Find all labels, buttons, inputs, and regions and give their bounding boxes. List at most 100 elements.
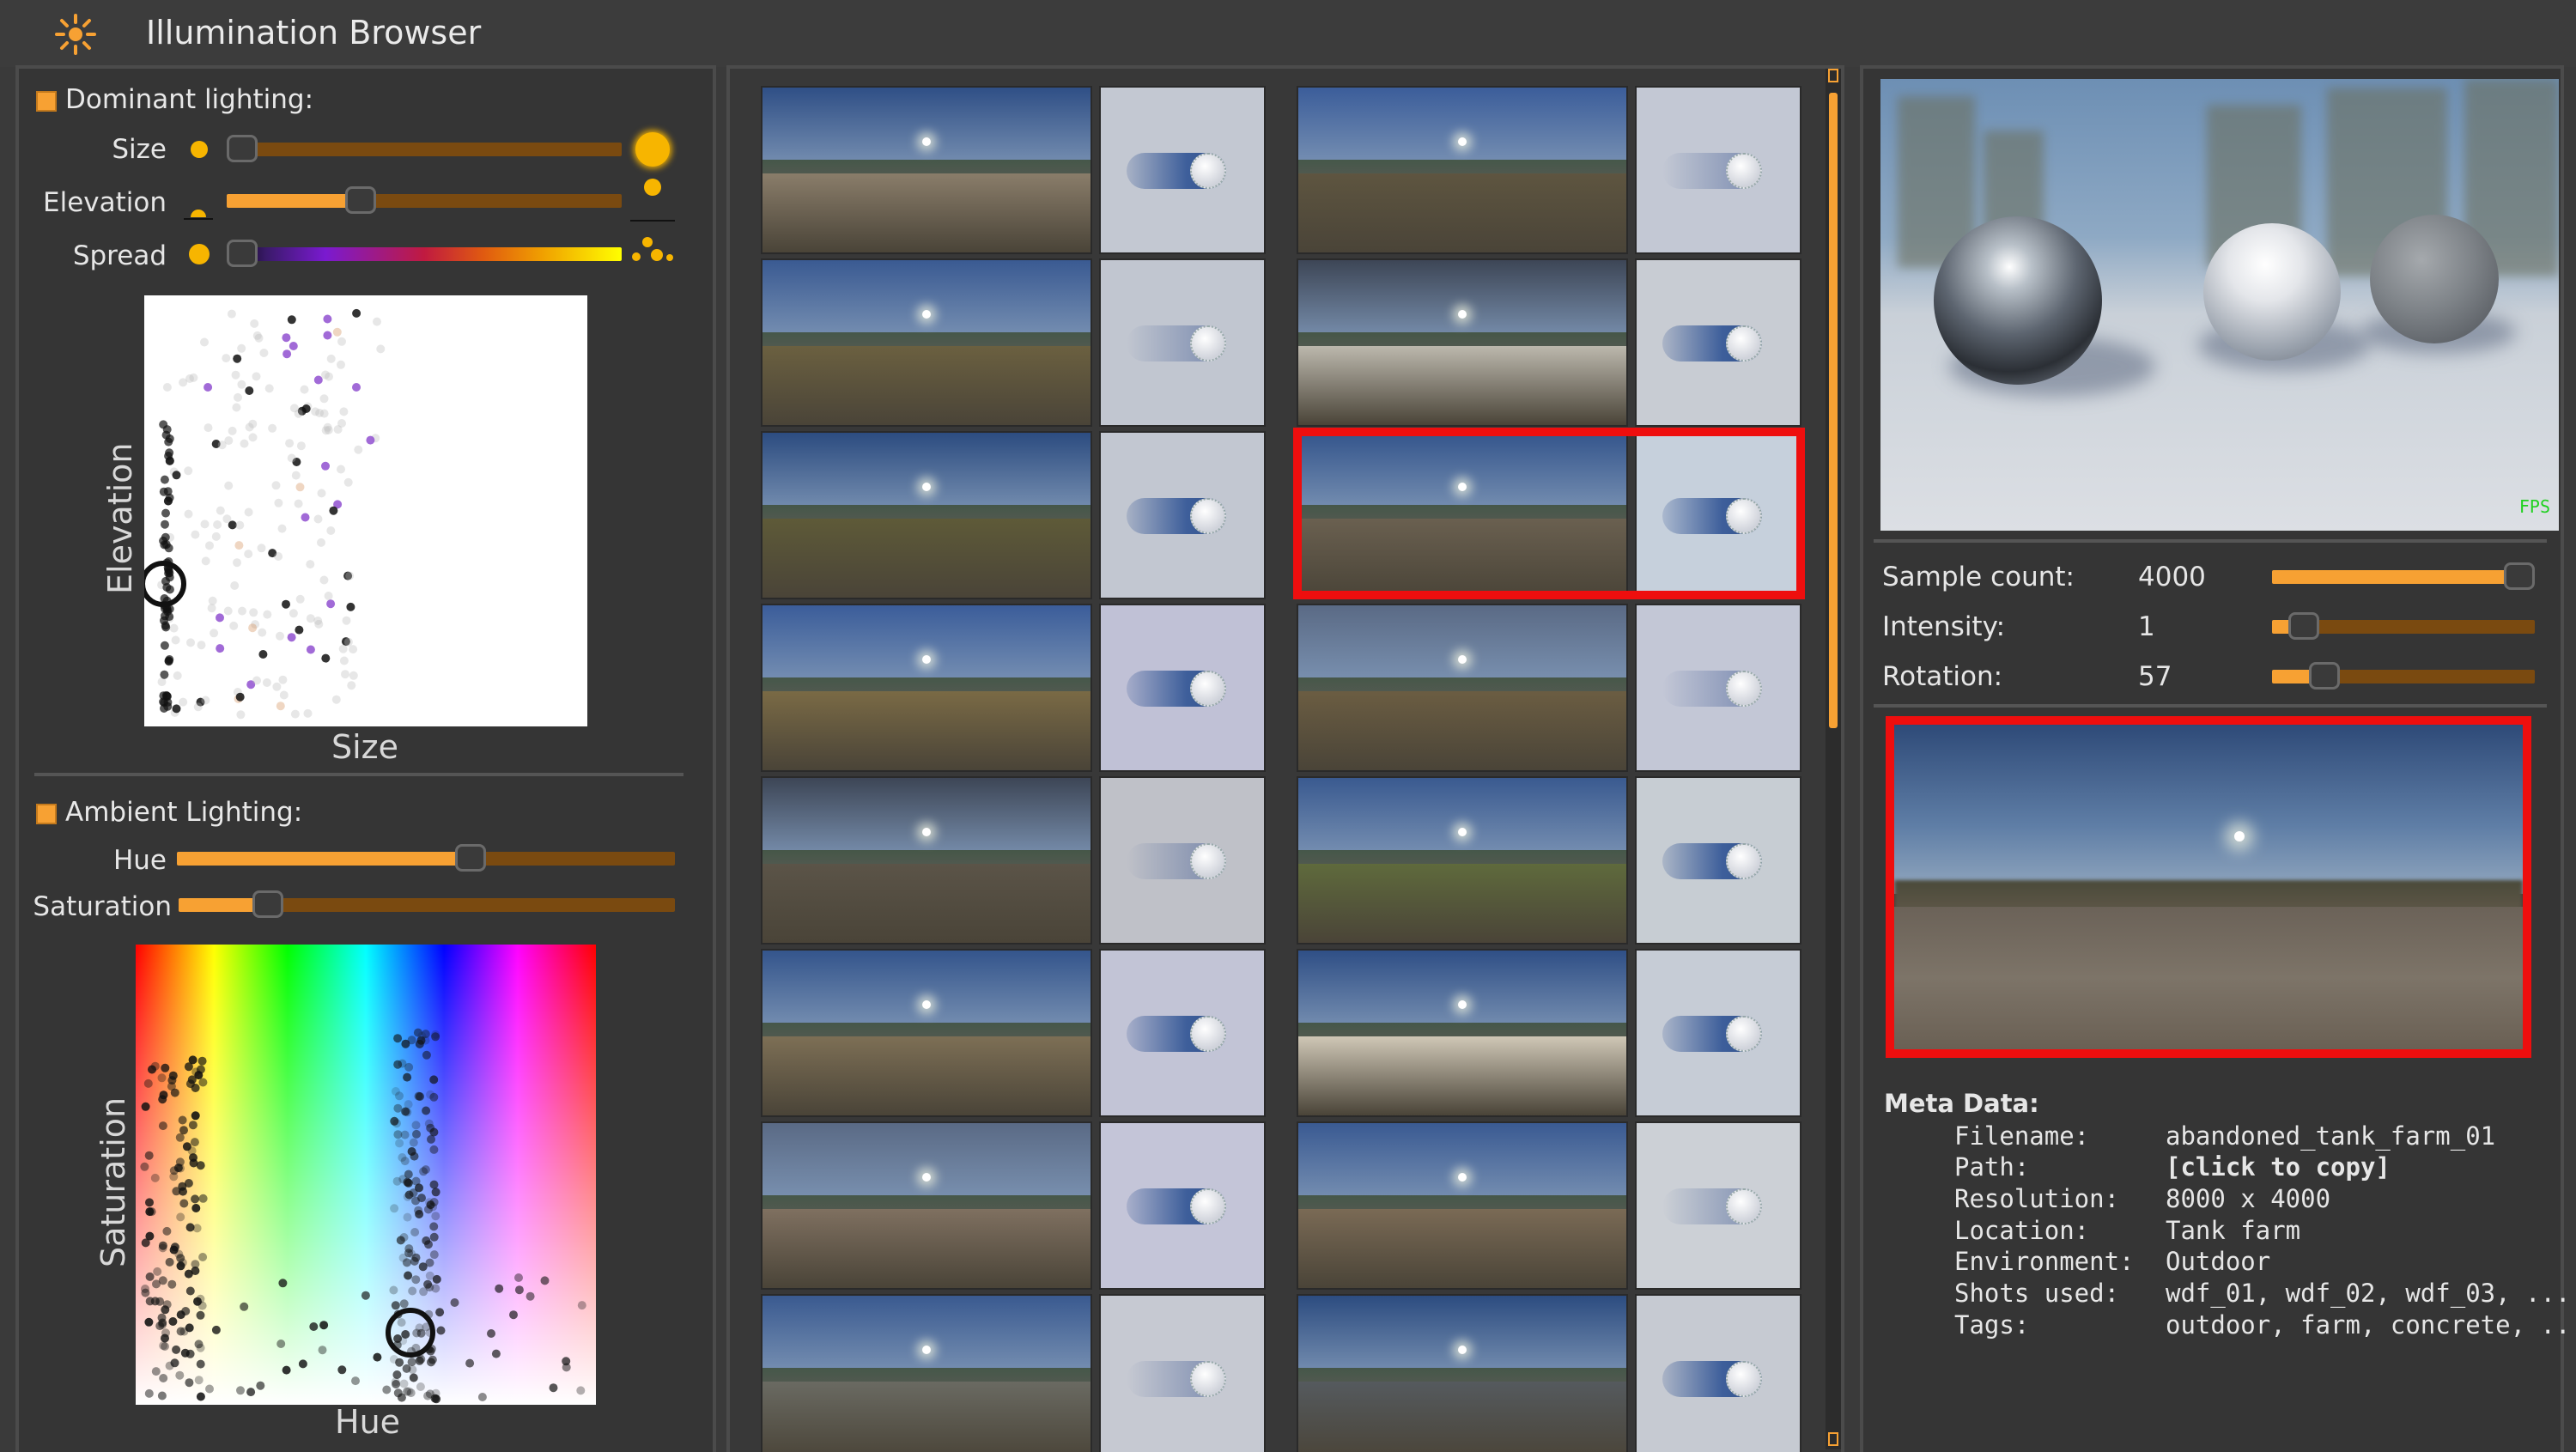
chrome-sphere <box>1934 216 2102 385</box>
sun-icon <box>55 14 96 55</box>
environment-thumbnail[interactable] <box>1297 949 1628 1117</box>
wide-spread-icon <box>632 237 675 264</box>
environment-thumbnail[interactable] <box>761 949 1092 1117</box>
environment-thumbnail[interactable] <box>1297 1294 1628 1452</box>
large-size-icon <box>635 132 670 167</box>
environment-thumbnail[interactable] <box>761 258 1092 427</box>
sample-count-slider-handle[interactable] <box>2504 562 2535 590</box>
shading-preview <box>1099 258 1266 427</box>
location-value: Tank farm <box>2166 1216 2301 1245</box>
elevation-axis-label: Elevation <box>101 442 139 594</box>
shading-preview <box>1099 604 1266 772</box>
environment-thumbnail[interactable] <box>761 1294 1092 1452</box>
size-elevation-scatter-plot[interactable] <box>144 295 587 726</box>
brushed-sphere <box>2203 223 2341 361</box>
shading-preview <box>1099 1121 1266 1290</box>
spread-slider[interactable] <box>227 240 622 267</box>
environment-thumbnail[interactable] <box>1297 1121 1628 1290</box>
render-preview[interactable]: FPS <box>1880 79 2559 531</box>
selected-environment-highlight <box>1293 428 1805 599</box>
environment-thumbnail[interactable] <box>761 431 1092 599</box>
elevation-slider-fill <box>227 194 361 208</box>
ambient-lighting-title: Ambient Lighting: <box>65 797 303 828</box>
size-slider[interactable] <box>227 135 622 162</box>
path-copy-link[interactable]: [click to copy] <box>2166 1152 2391 1182</box>
section-divider <box>34 773 683 776</box>
fps-counter: FPS <box>2518 496 2550 517</box>
hue-label: Hue <box>112 845 167 876</box>
environment-thumbnail[interactable] <box>1297 86 1628 254</box>
size-slider-handle[interactable] <box>227 135 258 162</box>
sample-count-value: 4000 <box>2138 562 2206 592</box>
environment-thumbnail[interactable] <box>761 776 1092 945</box>
elevation-label: Elevation <box>43 187 167 218</box>
elevation-slider[interactable] <box>227 186 622 214</box>
shading-preview <box>1099 86 1266 254</box>
saturation-slider-handle[interactable] <box>252 890 284 918</box>
hue-slider-fill <box>177 852 471 866</box>
shading-preview <box>1635 949 1801 1117</box>
shading-preview <box>1635 1294 1801 1452</box>
environment-thumbnail[interactable] <box>761 1121 1092 1290</box>
scroll-up-arrow[interactable] <box>1828 69 1838 82</box>
shading-preview <box>1099 776 1266 945</box>
shading-preview <box>1635 86 1801 254</box>
size-elevation-points <box>144 308 386 720</box>
ambient-lighting-checkbox[interactable] <box>36 804 57 824</box>
shots-used-value: wdf_01, wdf_02, wdf_03, ... <box>2166 1279 2571 1308</box>
dominant-lighting-title: Dominant lighting: <box>65 84 314 115</box>
shading-preview <box>1635 1121 1801 1290</box>
hue-slider-handle[interactable] <box>455 844 487 872</box>
narrow-spread-icon <box>189 244 210 264</box>
spread-slider-handle[interactable] <box>227 240 258 267</box>
resolution-value: 8000 x 4000 <box>2166 1184 2331 1213</box>
filename-value: abandoned_tank_farm_01 <box>2166 1121 2496 1151</box>
app-title: Illumination Browser <box>146 14 482 52</box>
dominant-lighting-checkbox[interactable] <box>36 91 57 112</box>
saturation-label: Saturation <box>33 891 172 922</box>
tags-label: Tags: <box>1954 1310 2030 1340</box>
hue-slider[interactable] <box>177 844 675 872</box>
scroll-thumb[interactable] <box>1829 93 1838 728</box>
environment-thumbnail[interactable] <box>1297 258 1628 427</box>
saturation-slider[interactable] <box>179 890 675 918</box>
intensity-slider-handle[interactable] <box>2287 612 2319 640</box>
hue-saturation-points <box>140 1028 586 1404</box>
sample-count-slider-fill <box>2272 570 2522 584</box>
shading-preview <box>1099 949 1266 1117</box>
sample-count-slider[interactable] <box>2272 562 2535 590</box>
rotation-slider-handle[interactable] <box>2309 662 2341 690</box>
spread-label: Spread <box>72 240 167 271</box>
scroll-down-arrow[interactable] <box>1828 1432 1838 1446</box>
path-label: Path: <box>1954 1152 2030 1182</box>
size-axis-label: Size <box>331 728 399 766</box>
size-label: Size <box>112 134 167 165</box>
environment-thumbnail[interactable] <box>761 604 1092 772</box>
environment-value: Outdoor <box>2166 1247 2271 1276</box>
filename-label: Filename: <box>1954 1121 2090 1151</box>
shading-preview <box>1635 258 1801 427</box>
intensity-value: 1 <box>2138 611 2155 642</box>
low-elevation-icon <box>184 210 213 220</box>
tags-value: outdoor, farm, concrete, ... <box>2166 1310 2576 1340</box>
environment-thumbnail[interactable] <box>761 86 1092 254</box>
rotation-label: Rotation: <box>1882 661 2003 692</box>
hue-saturation-plot[interactable] <box>136 945 596 1405</box>
saturation-axis-label: Saturation <box>94 1097 132 1267</box>
shots-used-label: Shots used: <box>1954 1279 2120 1308</box>
shading-preview <box>1099 431 1266 599</box>
render-divider <box>1874 539 2547 543</box>
diffuse-sphere <box>2370 215 2499 343</box>
rotation-value: 57 <box>2138 661 2172 692</box>
environment-thumbnail[interactable] <box>1297 776 1628 945</box>
environment-label: Environment: <box>1954 1247 2135 1276</box>
environment-thumbnail[interactable] <box>1297 604 1628 772</box>
parameters-divider <box>1874 704 2547 708</box>
elevation-slider-handle[interactable] <box>345 186 377 214</box>
intensity-slider[interactable] <box>2272 612 2535 640</box>
browser-scrollbar[interactable] <box>1826 69 1841 1449</box>
rotation-slider[interactable] <box>2272 662 2535 690</box>
intensity-label: Intensity: <box>1882 611 2006 642</box>
small-size-icon <box>191 141 208 158</box>
shading-preview <box>1635 604 1801 772</box>
